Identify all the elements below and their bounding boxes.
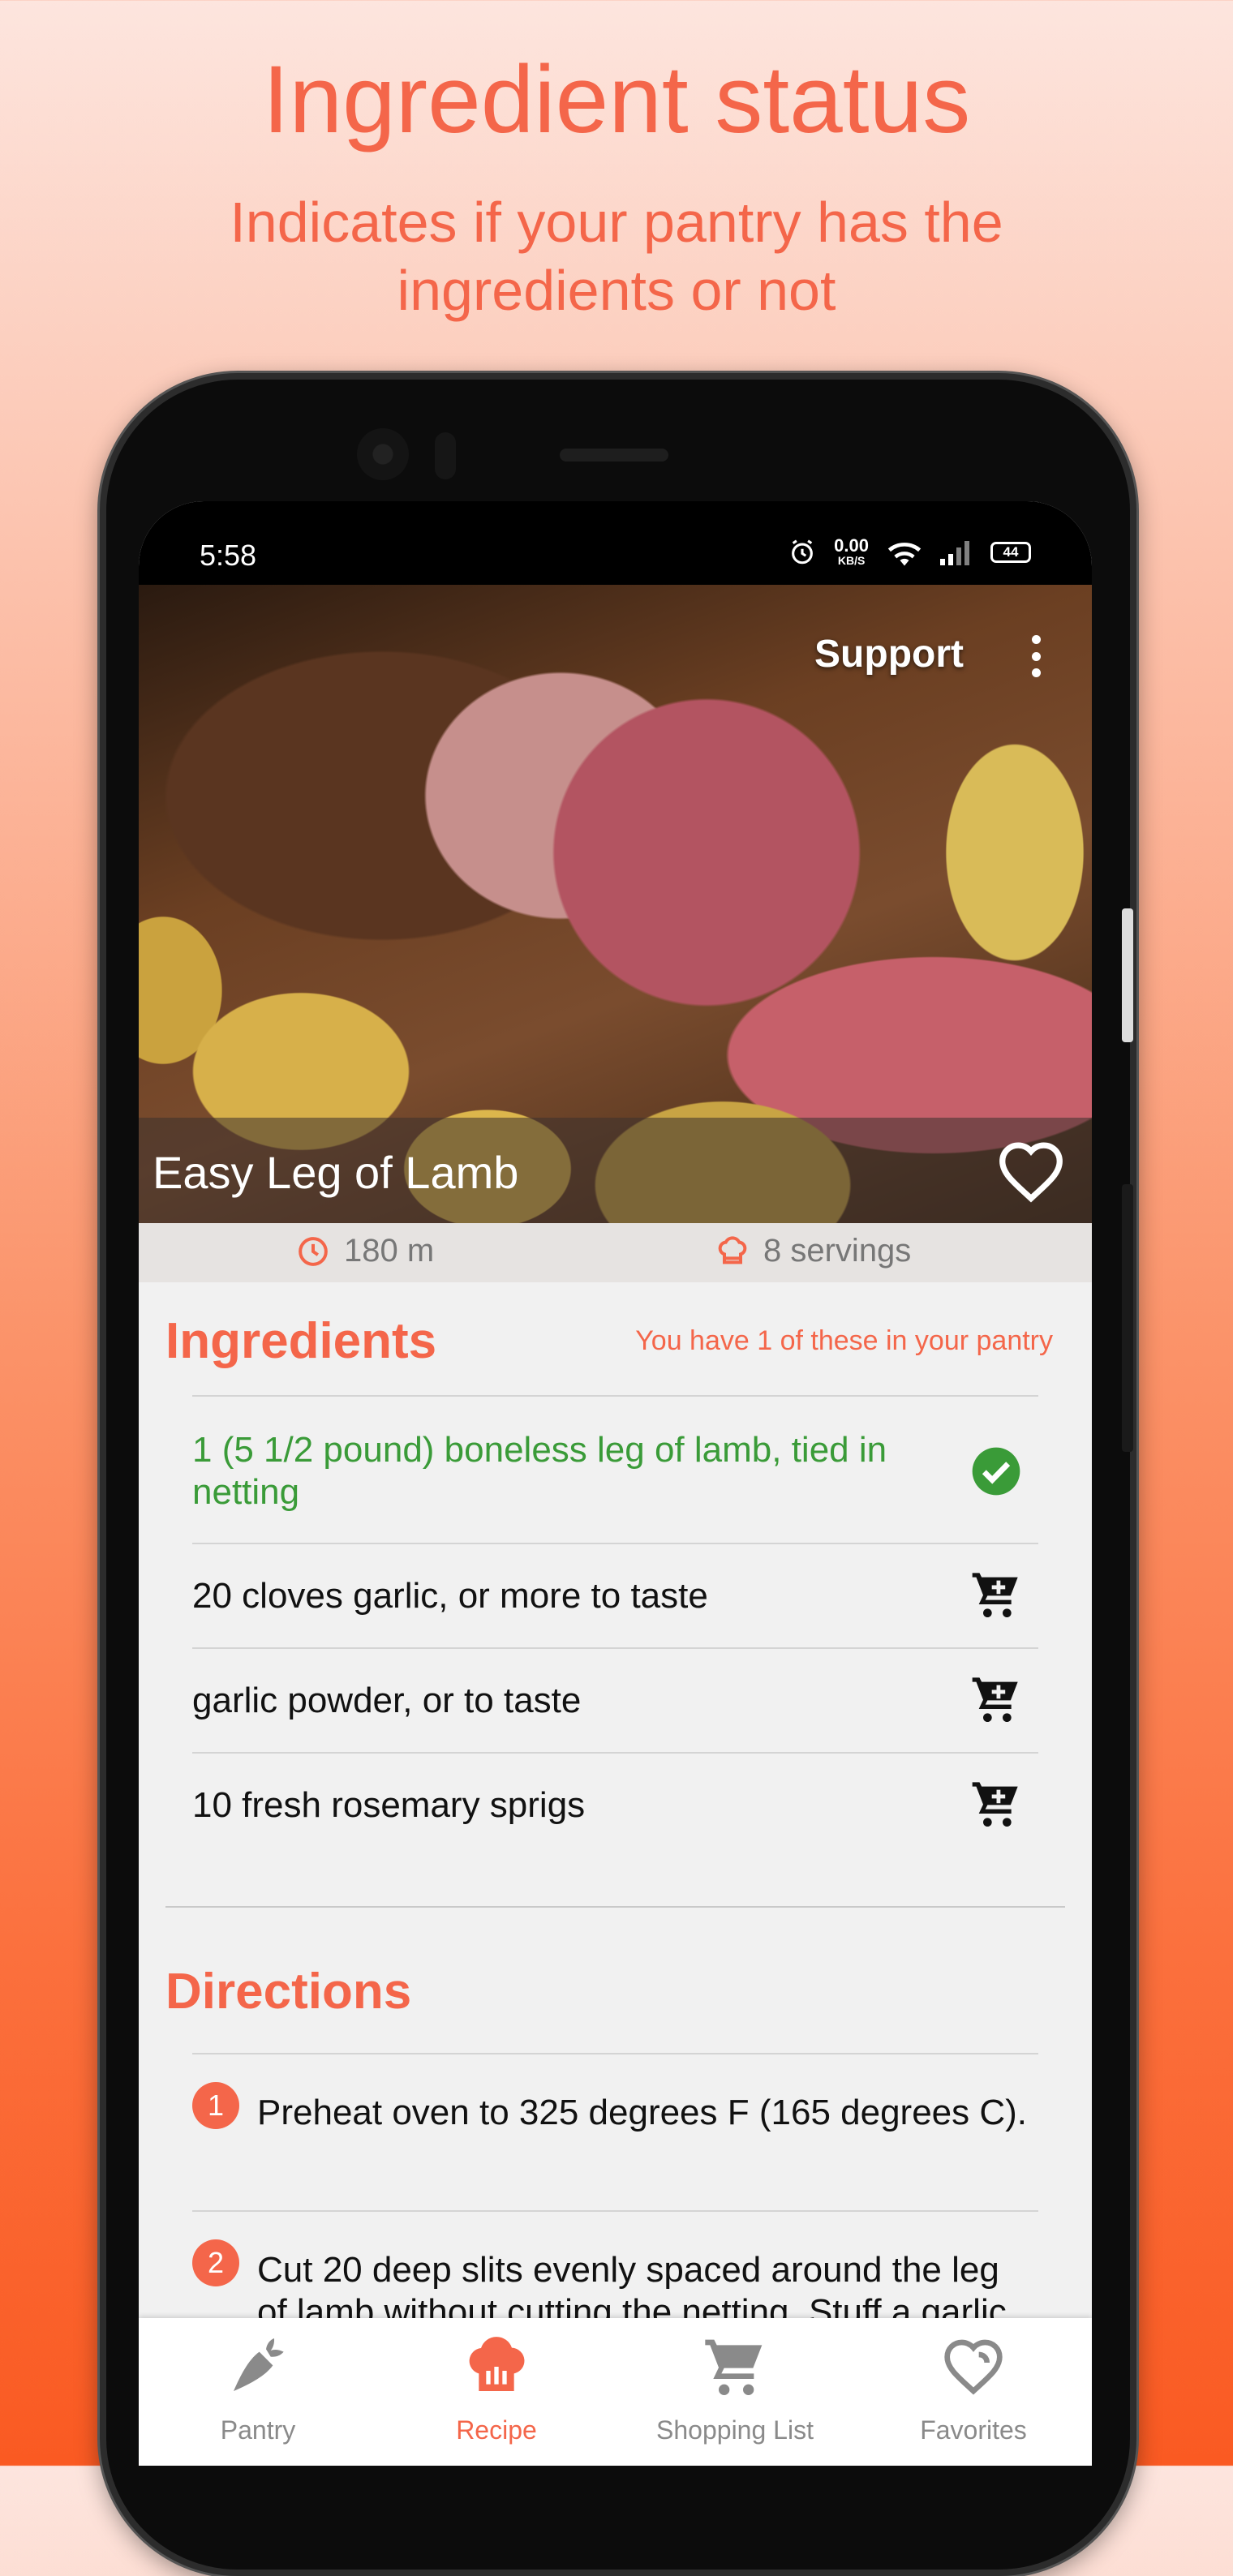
signal-icon bbox=[940, 540, 969, 565]
proximity-sensor bbox=[435, 432, 456, 479]
chef-hat-icon bbox=[718, 1235, 747, 1264]
direction-step: 1 Preheat oven to 325 degrees F (165 deg… bbox=[192, 2053, 1038, 2210]
network-speed-unit: KB/S bbox=[837, 554, 866, 567]
promo-title: Ingredient status bbox=[262, 46, 971, 153]
bottom-navigation: Pantry Recipe Shopping List Favorites bbox=[139, 2318, 1092, 2466]
front-camera bbox=[357, 428, 409, 480]
check-circle-icon bbox=[972, 1447, 1020, 1496]
nav-label: Shopping List bbox=[656, 2415, 814, 2445]
recipe-meta-bar: 180 m 8 servings bbox=[139, 1223, 1092, 1282]
cook-time: 180 m bbox=[297, 1233, 434, 1269]
clock-icon bbox=[299, 1236, 328, 1266]
nav-label: Recipe bbox=[456, 2415, 537, 2445]
network-speed: 0.00 KB/S bbox=[834, 537, 869, 567]
status-bar: 5:58 0.00 KB/S 44 bbox=[139, 501, 1092, 585]
favorite-heart-icon[interactable] bbox=[995, 1138, 1068, 1203]
ingredient-text: garlic powder, or to taste bbox=[192, 1681, 582, 1720]
cart-icon bbox=[705, 2339, 763, 2395]
section-divider bbox=[165, 1906, 1065, 1908]
add-to-cart-icon[interactable] bbox=[970, 1778, 1022, 1830]
alarm-icon bbox=[792, 539, 814, 564]
earpiece-speaker bbox=[560, 449, 668, 462]
wifi-icon bbox=[887, 542, 922, 565]
carrot-icon bbox=[234, 2338, 284, 2391]
cook-time-value: 180 m bbox=[344, 1233, 435, 1269]
recipe-title: Easy Leg of Lamb bbox=[153, 1147, 519, 1198]
ingredients-title: Ingredients bbox=[165, 1313, 437, 1369]
ingredient-row[interactable]: 20 cloves garlic, or more to taste bbox=[192, 1543, 1038, 1647]
app-screen: 5:58 0.00 KB/S 44 Support Easy Leg of La… bbox=[139, 501, 1092, 2466]
nav-item-pantry[interactable]: Pantry bbox=[139, 2318, 377, 2466]
phone-side-button-top bbox=[1122, 908, 1133, 1042]
network-speed-value: 0.00 bbox=[834, 535, 869, 556]
status-time: 5:58 bbox=[200, 539, 257, 572]
add-to-cart-icon[interactable] bbox=[970, 1569, 1022, 1621]
support-button[interactable]: Support bbox=[814, 632, 964, 676]
nav-item-recipe[interactable]: Recipe bbox=[377, 2318, 616, 2466]
nav-item-shopping-list[interactable]: Shopping List bbox=[616, 2318, 854, 2466]
nav-item-favorites[interactable]: Favorites bbox=[854, 2318, 1092, 2466]
chef-hat-icon bbox=[469, 2337, 525, 2391]
status-icons: 0.00 KB/S 44 bbox=[788, 537, 1031, 567]
heart-icon bbox=[944, 2339, 1003, 2395]
promo-subtitle: Indicates if your pantry has the ingredi… bbox=[230, 191, 1003, 322]
nav-label: Pantry bbox=[220, 2415, 296, 2445]
ingredient-text: 1 (5 1/2 pound) boneless leg of lamb, ti… bbox=[192, 1430, 887, 1512]
step-number-badge: 1 bbox=[192, 2082, 239, 2129]
servings-value: 8 servings bbox=[763, 1233, 912, 1269]
ingredient-row[interactable]: 10 fresh rosemary sprigs bbox=[192, 1752, 1038, 1857]
step-text: Preheat oven to 325 degrees F (165 degre… bbox=[257, 2093, 1028, 2132]
ingredient-list: 1 (5 1/2 pound) boneless leg of lamb, ti… bbox=[192, 1395, 1038, 1857]
phone-side-button-bottom bbox=[1122, 1184, 1133, 1452]
ingredient-text: 20 cloves garlic, or more to taste bbox=[192, 1576, 708, 1616]
overflow-menu-icon[interactable] bbox=[1032, 635, 1042, 677]
servings: 8 servings bbox=[716, 1233, 911, 1269]
step-number-badge: 2 bbox=[192, 2239, 239, 2286]
add-to-cart-icon[interactable] bbox=[970, 1673, 1022, 1725]
pantry-status-note: You have 1 of these in your pantry bbox=[635, 1325, 1053, 1356]
recipe-hero-image: Support Easy Leg of Lamb bbox=[139, 585, 1092, 1223]
ingredient-text: 10 fresh rosemary sprigs bbox=[192, 1785, 586, 1825]
battery-icon: 44 bbox=[990, 541, 1031, 563]
ingredient-row[interactable]: 1 (5 1/2 pound) boneless leg of lamb, ti… bbox=[192, 1395, 1038, 1543]
ingredient-row[interactable]: garlic powder, or to taste bbox=[192, 1647, 1038, 1752]
nav-label: Favorites bbox=[920, 2415, 1027, 2445]
directions-title: Directions bbox=[165, 1964, 412, 2020]
